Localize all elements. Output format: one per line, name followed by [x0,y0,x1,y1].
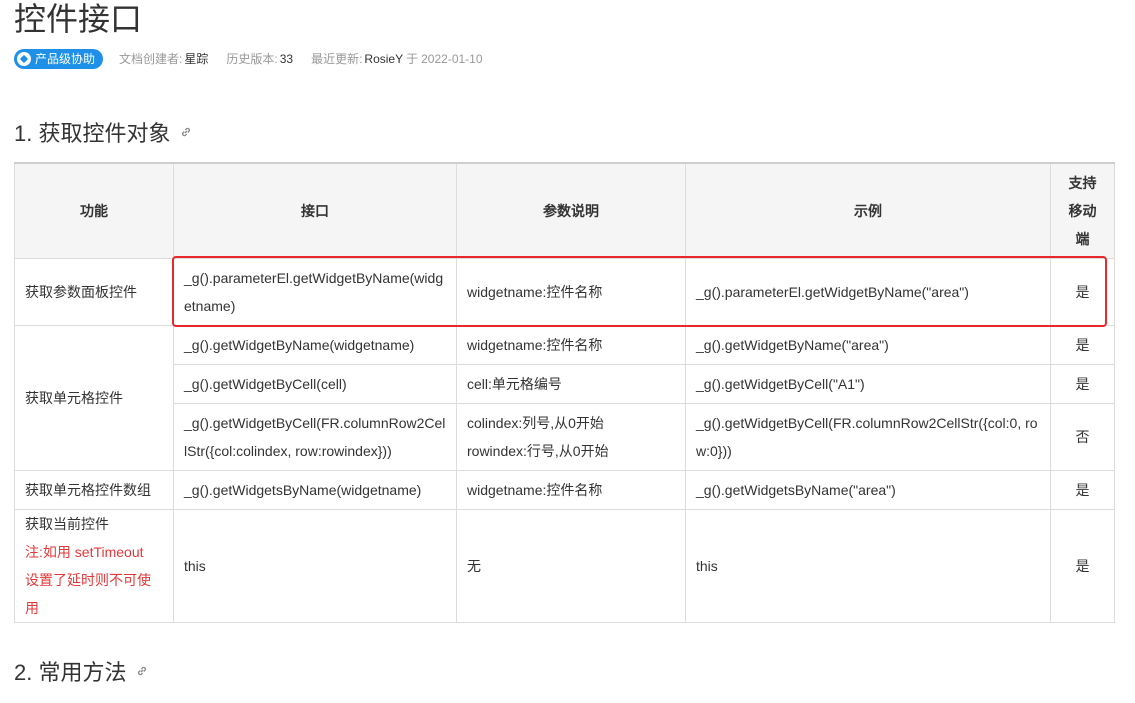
history-label: 历史版本: [226,52,278,66]
cell-example: _g().getWidgetsByName("area") [685,469,1051,510]
cell-mobile: 是 [1050,257,1115,326]
table-row: _g().getWidgetByCell(FR.columnRow2CellSt… [15,402,1115,471]
param-rowindex: rowindex:行号,从0开始 [467,442,609,459]
table-header-row: 功能 接口 参数说明 示例 支持移动端 [14,162,1115,259]
cell-function: 获取单元格控件数组 [14,469,174,510]
cell-api: _g().getWidgetByCell(FR.columnRow2CellSt… [173,402,457,471]
product-cube-icon [17,51,31,66]
cell-params: cell:单元格编号 [456,363,686,404]
header-function: 功能 [14,162,174,259]
section-heading-1: 1. 获取控件对象 [14,116,192,148]
cell-api: this [173,508,457,623]
cell-function: 获取当前控件 注:如用 setTimeout 设置了延时则不可使用 [14,508,174,623]
updated-date: 2022-01-10 [421,51,483,66]
cell-example: _g().getWidgetByCell("A1") [685,363,1051,404]
table-row: _g().getWidgetByCell(cell) cell:单元格编号 _g… [15,363,1115,404]
cell-params: widgetname:控件名称 [456,324,686,365]
updated-sep: 于 [406,52,419,66]
cell-example: _g().parameterEl.getWidgetByName("area") [685,257,1051,326]
function-label: 获取当前控件 [25,515,109,532]
header-example: 示例 [685,162,1051,259]
product-badge[interactable]: 产品级协助 [14,48,104,69]
updated-by[interactable]: RosieY [364,52,403,66]
cell-function: 获取参数面板控件 [14,257,174,326]
creator-label: 文档创建者: [119,52,183,66]
cell-params: 无 [456,508,686,623]
link-icon[interactable] [180,126,192,138]
section-heading-2: 2. 常用方法 [14,655,148,687]
history-count[interactable]: 33 [280,52,293,66]
cell-example: _g().getWidgetByName("area") [685,324,1051,365]
page-title: 控件接口 [14,1,143,37]
cell-params: colindex:列号,从0开始 rowindex:行号,从0开始 [456,402,686,471]
header-params: 参数说明 [456,162,686,259]
header-mobile: 支持移动端 [1050,162,1115,259]
usage-note: 注:如用 setTimeout [25,543,144,560]
api-table: 功能 接口 参数说明 示例 支持移动端 获取参数面板控件 _g().parame… [14,162,1115,623]
usage-note: 设置了延时则不可使用 [25,571,151,616]
cell-example: _g().getWidgetByCell(FR.columnRow2CellSt… [685,402,1051,471]
cell-params: widgetname:控件名称 [456,469,686,510]
cell-api: _g().parameterEl.getWidgetByName(widgetn… [173,257,457,326]
cell-mobile: 是 [1050,469,1115,510]
cell-api: _g().getWidgetByName(widgetname) [173,324,457,365]
updated-label: 最近更新: [311,52,363,66]
table-row: 获取当前控件 注:如用 setTimeout 设置了延时则不可使用 this 无… [14,508,1115,623]
cell-example: this [685,508,1051,623]
section-title: 2. 常用方法 [14,660,127,685]
doc-meta: 产品级协助 文档创建者: 星踪 历史版本: 33 最近更新: RosieY 于 … [14,48,483,69]
cell-params: widgetname:控件名称 [456,257,686,326]
cell-mobile: 是 [1050,508,1115,623]
cell-api: _g().getWidgetByCell(cell) [173,363,457,404]
creator-name[interactable]: 星踪 [184,50,208,67]
link-icon[interactable] [136,665,148,677]
cell-mobile: 是 [1050,324,1115,365]
cell-api: _g().getWidgetsByName(widgetname) [173,469,457,510]
table-row: 获取参数面板控件 _g().parameterEl.getWidgetByNam… [14,257,1115,326]
cell-mobile: 是 [1050,363,1115,404]
table-row: 获取单元格控件数组 _g().getWidgetsByName(widgetna… [14,469,1115,510]
header-api: 接口 [173,162,457,259]
cell-function: 获取单元格控件 [14,324,174,471]
param-colindex: colindex:列号,从0开始 [467,414,604,431]
cell-mobile: 否 [1050,402,1115,471]
table-row: 获取单元格控件 _g().getWidgetByName(widgetname)… [14,324,1115,471]
product-badge-label: 产品级协助 [35,52,96,66]
section-title: 1. 获取控件对象 [14,121,171,146]
